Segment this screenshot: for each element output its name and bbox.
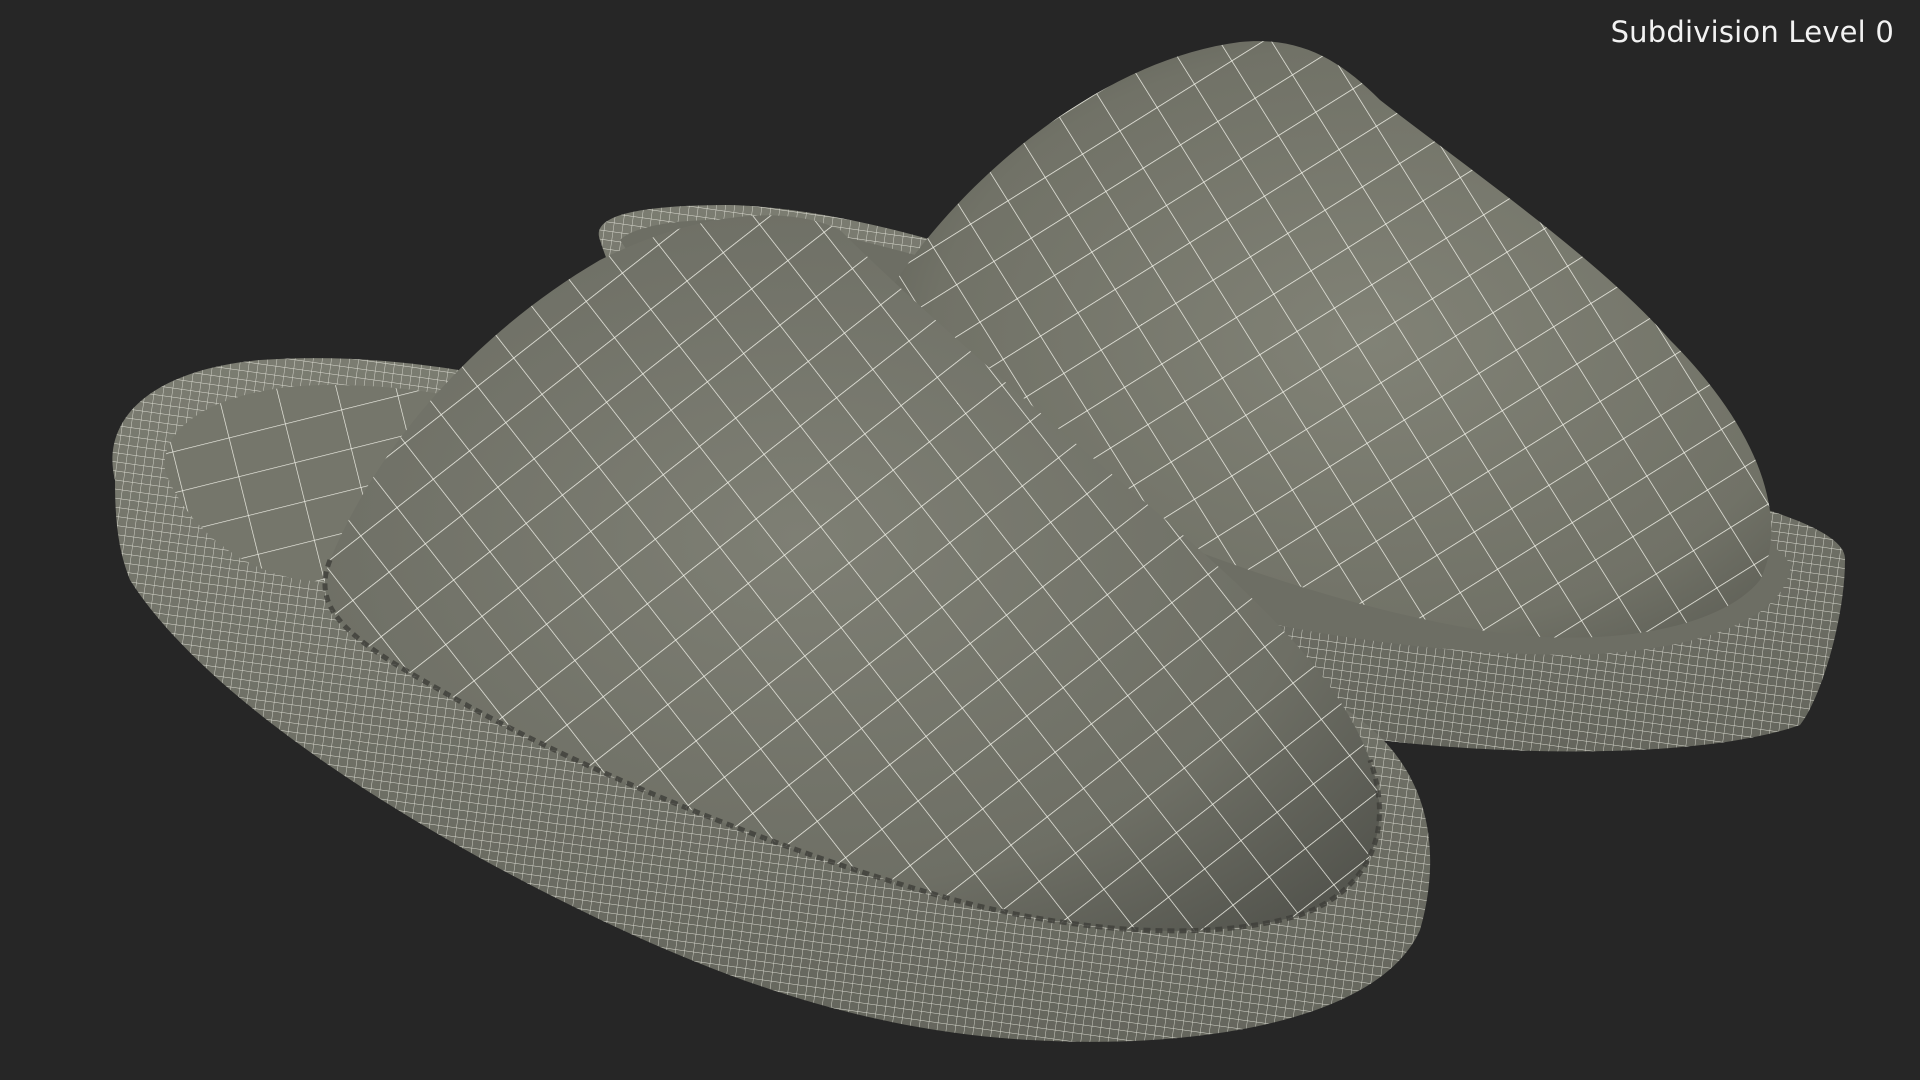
render-viewport: Subdivision Level 0 [0,0,1920,1080]
subdivision-level-label: Subdivision Level 0 [1610,15,1894,49]
wireframe-render [112,41,1846,1042]
